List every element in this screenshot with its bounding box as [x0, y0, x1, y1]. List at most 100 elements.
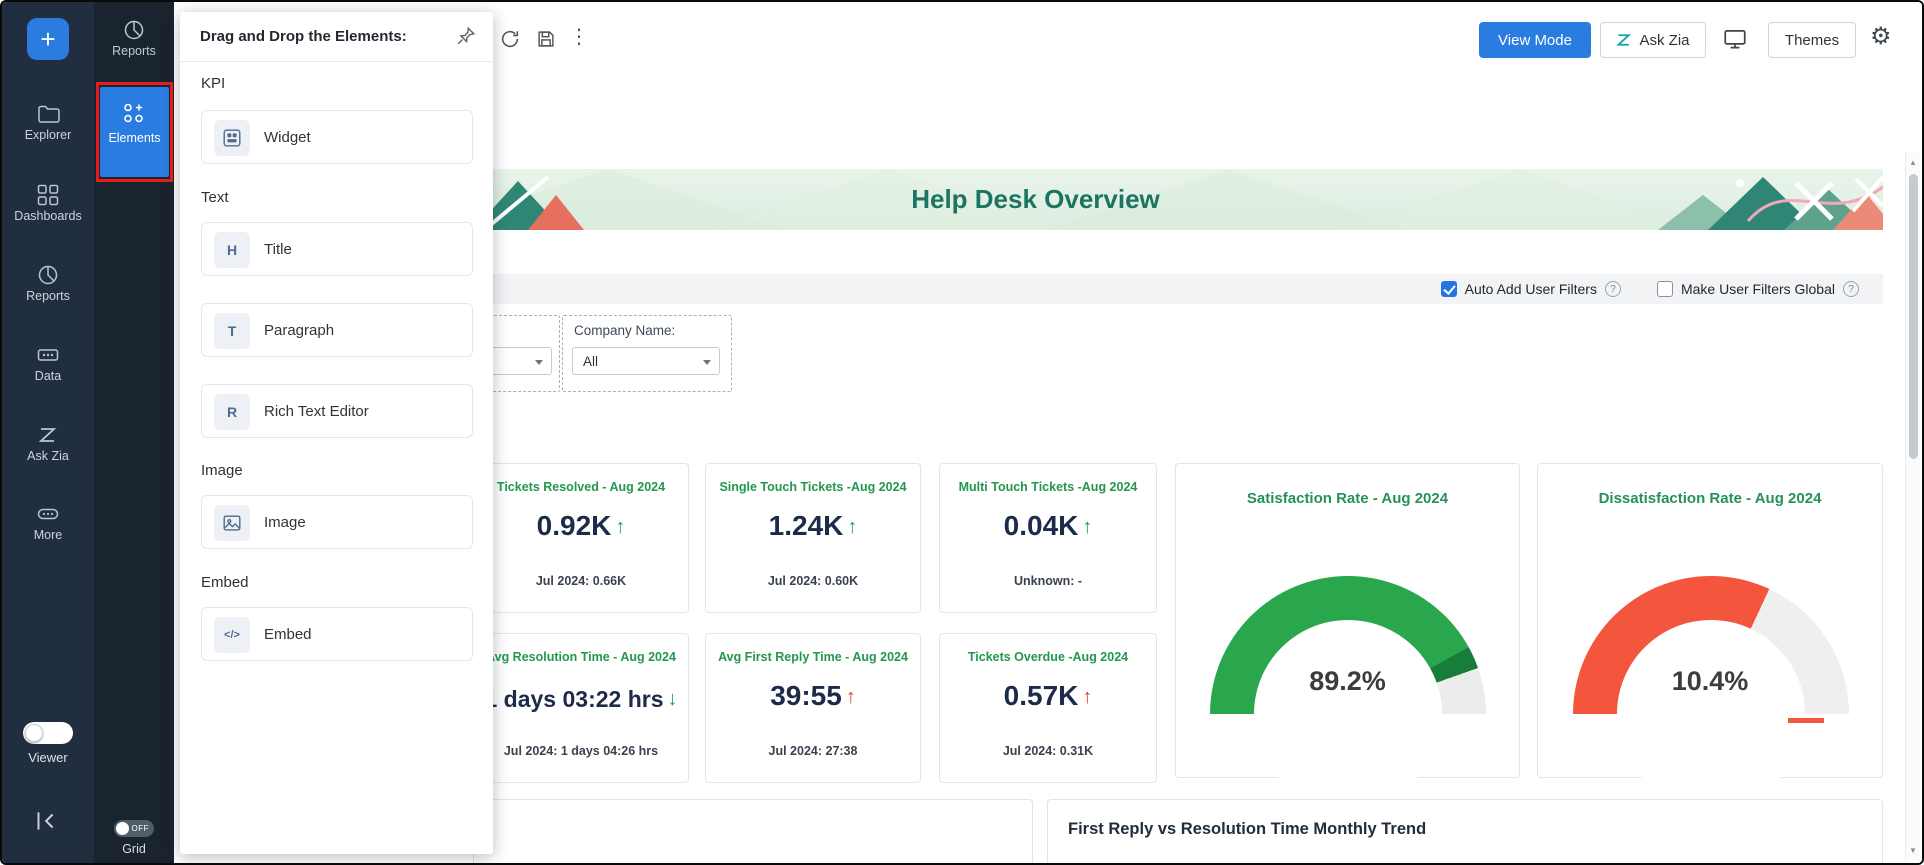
chart-title: First Reply vs Resolution Time Monthly T…: [1068, 820, 1426, 839]
chevron-down-icon: [703, 360, 711, 365]
paragraph-icon: T: [214, 313, 250, 349]
sidebar-item-explorer[interactable]: Explorer: [2, 102, 94, 142]
trend-up-icon: ↑: [846, 686, 856, 708]
gauge-hole: [1254, 620, 1442, 808]
kpi-card-tickets-resolved[interactable]: Tickets Resolved - Aug 2024 0.92K↑ Jul 2…: [473, 463, 689, 613]
folder-icon: [2, 102, 94, 126]
kpi-card-multi-touch[interactable]: Multi Touch Tickets -Aug 2024 0.04K↑ Unk…: [939, 463, 1157, 613]
data-table-icon: [2, 343, 94, 367]
element-label: Title: [264, 223, 292, 277]
scroll-down-icon[interactable]: ▼: [1906, 846, 1920, 855]
save-icon[interactable]: [535, 28, 557, 50]
trend-up-icon: ↑: [1082, 686, 1092, 708]
refresh-icon[interactable]: [499, 28, 521, 50]
trend-up-icon: ↑: [847, 516, 857, 538]
settings-gear-icon[interactable]: ⚙: [1870, 22, 1892, 51]
vertical-scrollbar[interactable]: ▲ ▼: [1905, 152, 1920, 861]
sidebar-item-label: Explorer: [2, 128, 94, 142]
select-value: All: [583, 354, 598, 369]
sidebar-item-label: Dashboards: [2, 209, 94, 223]
make-user-filters-global-label: Make User Filters Global: [1681, 281, 1835, 297]
gauge-value: 10.4%: [1538, 666, 1882, 697]
zia-icon: [2, 423, 94, 447]
element-widget[interactable]: Widget: [201, 110, 473, 164]
kpi-value: 0.57K↑: [940, 680, 1156, 712]
gauge-title: Satisfaction Rate - Aug 2024: [1176, 490, 1519, 507]
view-mode-button[interactable]: View Mode: [1479, 22, 1591, 58]
scrollbar-thumb[interactable]: [1909, 174, 1918, 459]
sidebar-item-data[interactable]: Data: [2, 343, 94, 383]
sidebar-item-ask-zia[interactable]: Ask Zia: [2, 423, 94, 463]
more-ellipsis-icon: [2, 502, 94, 526]
auto-add-user-filters-checkbox[interactable]: [1441, 281, 1457, 297]
auto-add-user-filters-label: Auto Add User Filters: [1465, 281, 1597, 297]
section-label-embed: Embed: [201, 574, 249, 591]
dashboards-grid-icon: [2, 183, 94, 207]
viewer-label: Viewer: [2, 750, 94, 765]
rail-item-elements-selected[interactable]: Elements: [100, 87, 169, 177]
grid-toggle[interactable]: OFF: [114, 820, 154, 837]
kpi-subtext: Unknown: -: [940, 574, 1156, 588]
viewer-toggle[interactable]: [23, 722, 73, 744]
panel-title: Drag and Drop the Elements:: [200, 28, 407, 45]
element-paragraph[interactable]: T Paragraph: [201, 303, 473, 357]
trend-chart-card[interactable]: First Reply vs Resolution Time Monthly T…: [1047, 799, 1883, 865]
company-name-select[interactable]: All: [572, 347, 720, 375]
embed-code-icon: </>: [214, 617, 250, 653]
help-icon[interactable]: ?: [1605, 281, 1621, 297]
sidebar-item-dashboards[interactable]: Dashboards: [2, 183, 94, 223]
create-new-button[interactable]: +: [27, 18, 69, 60]
kpi-value: 39:55↑: [706, 680, 920, 712]
element-embed[interactable]: </> Embed: [201, 607, 473, 661]
rail-item-label: Elements: [100, 131, 169, 145]
sidebar-item-reports[interactable]: Reports: [2, 263, 94, 303]
gauge-title: Dissatisfaction Rate - Aug 2024: [1538, 490, 1882, 507]
kpi-card-avg-resolution-time[interactable]: Avg Resolution Time - Aug 2024 1 days 03…: [473, 633, 689, 783]
element-rich-text-editor[interactable]: R Rich Text Editor: [201, 384, 473, 438]
rail-item-reports[interactable]: Reports: [94, 18, 174, 58]
pie-chart-icon: [2, 263, 94, 287]
presentation-display-icon[interactable]: [1722, 26, 1748, 52]
scroll-up-icon[interactable]: ▲: [1906, 158, 1920, 167]
rich-text-icon: R: [214, 394, 250, 430]
kpi-subtext: Jul 2024: 1 days 04:26 hrs: [474, 744, 688, 758]
toggle-knob: [116, 822, 129, 835]
kpi-title: Avg Resolution Time - Aug 2024: [474, 650, 688, 664]
make-user-filters-global-checkbox[interactable]: [1657, 281, 1673, 297]
kpi-value: 0.92K↑: [474, 510, 688, 542]
help-icon[interactable]: ?: [1843, 281, 1859, 297]
kpi-card-single-touch[interactable]: Single Touch Tickets -Aug 2024 1.24K↑ Ju…: [705, 463, 921, 613]
collapse-sidebar-button[interactable]: [32, 808, 60, 836]
sidebar-item-label: More: [2, 528, 94, 542]
kpi-subtext: Jul 2024: 27:38: [706, 744, 920, 758]
section-label-text: Text: [201, 189, 229, 206]
kpi-value: 1.24K↑: [706, 510, 920, 542]
kpi-subtext: Jul 2024: 0.60K: [706, 574, 920, 588]
pin-icon[interactable]: [455, 25, 477, 47]
more-options-icon[interactable]: ⋮: [569, 24, 589, 49]
elements-icon: [100, 101, 169, 125]
kpi-card-avg-first-reply[interactable]: Avg First Reply Time - Aug 2024 39:55↑ J…: [705, 633, 921, 783]
gauge-card-satisfaction[interactable]: Satisfaction Rate - Aug 2024 89.2%: [1175, 463, 1520, 778]
elements-panel: Drag and Drop the Elements: KPI Widget T…: [180, 12, 493, 854]
chevron-down-icon: [535, 360, 543, 365]
ask-zia-button[interactable]: Ask Zia: [1600, 22, 1706, 58]
gauge-card-dissatisfaction[interactable]: Dissatisfaction Rate - Aug 2024 10.4%: [1537, 463, 1883, 778]
kpi-value: 0.04K↑: [940, 510, 1156, 542]
kpi-card-tickets-overdue[interactable]: Tickets Overdue -Aug 2024 0.57K↑ Jul 202…: [939, 633, 1157, 783]
gauge-end-marker: [1788, 718, 1824, 723]
kpi-subtext: Jul 2024: 0.66K: [474, 574, 688, 588]
kpi-subtext: Jul 2024: 0.31K: [940, 744, 1156, 758]
element-label: Paragraph: [264, 304, 334, 358]
sidebar-item-more[interactable]: More: [2, 502, 94, 542]
themes-button[interactable]: Themes: [1768, 22, 1856, 58]
primary-sidebar: + Explorer Dashboards Reports Data: [2, 2, 94, 863]
grid-toggle-state: OFF: [132, 824, 150, 833]
element-label: Rich Text Editor: [264, 385, 369, 439]
kpi-title: Multi Touch Tickets -Aug 2024: [940, 480, 1156, 494]
partial-chart-card[interactable]: [473, 799, 1033, 865]
element-image[interactable]: Image: [201, 495, 473, 549]
pie-chart-icon: [94, 18, 174, 42]
app-window: + Explorer Dashboards Reports Data: [0, 0, 1924, 865]
element-title[interactable]: H Title: [201, 222, 473, 276]
